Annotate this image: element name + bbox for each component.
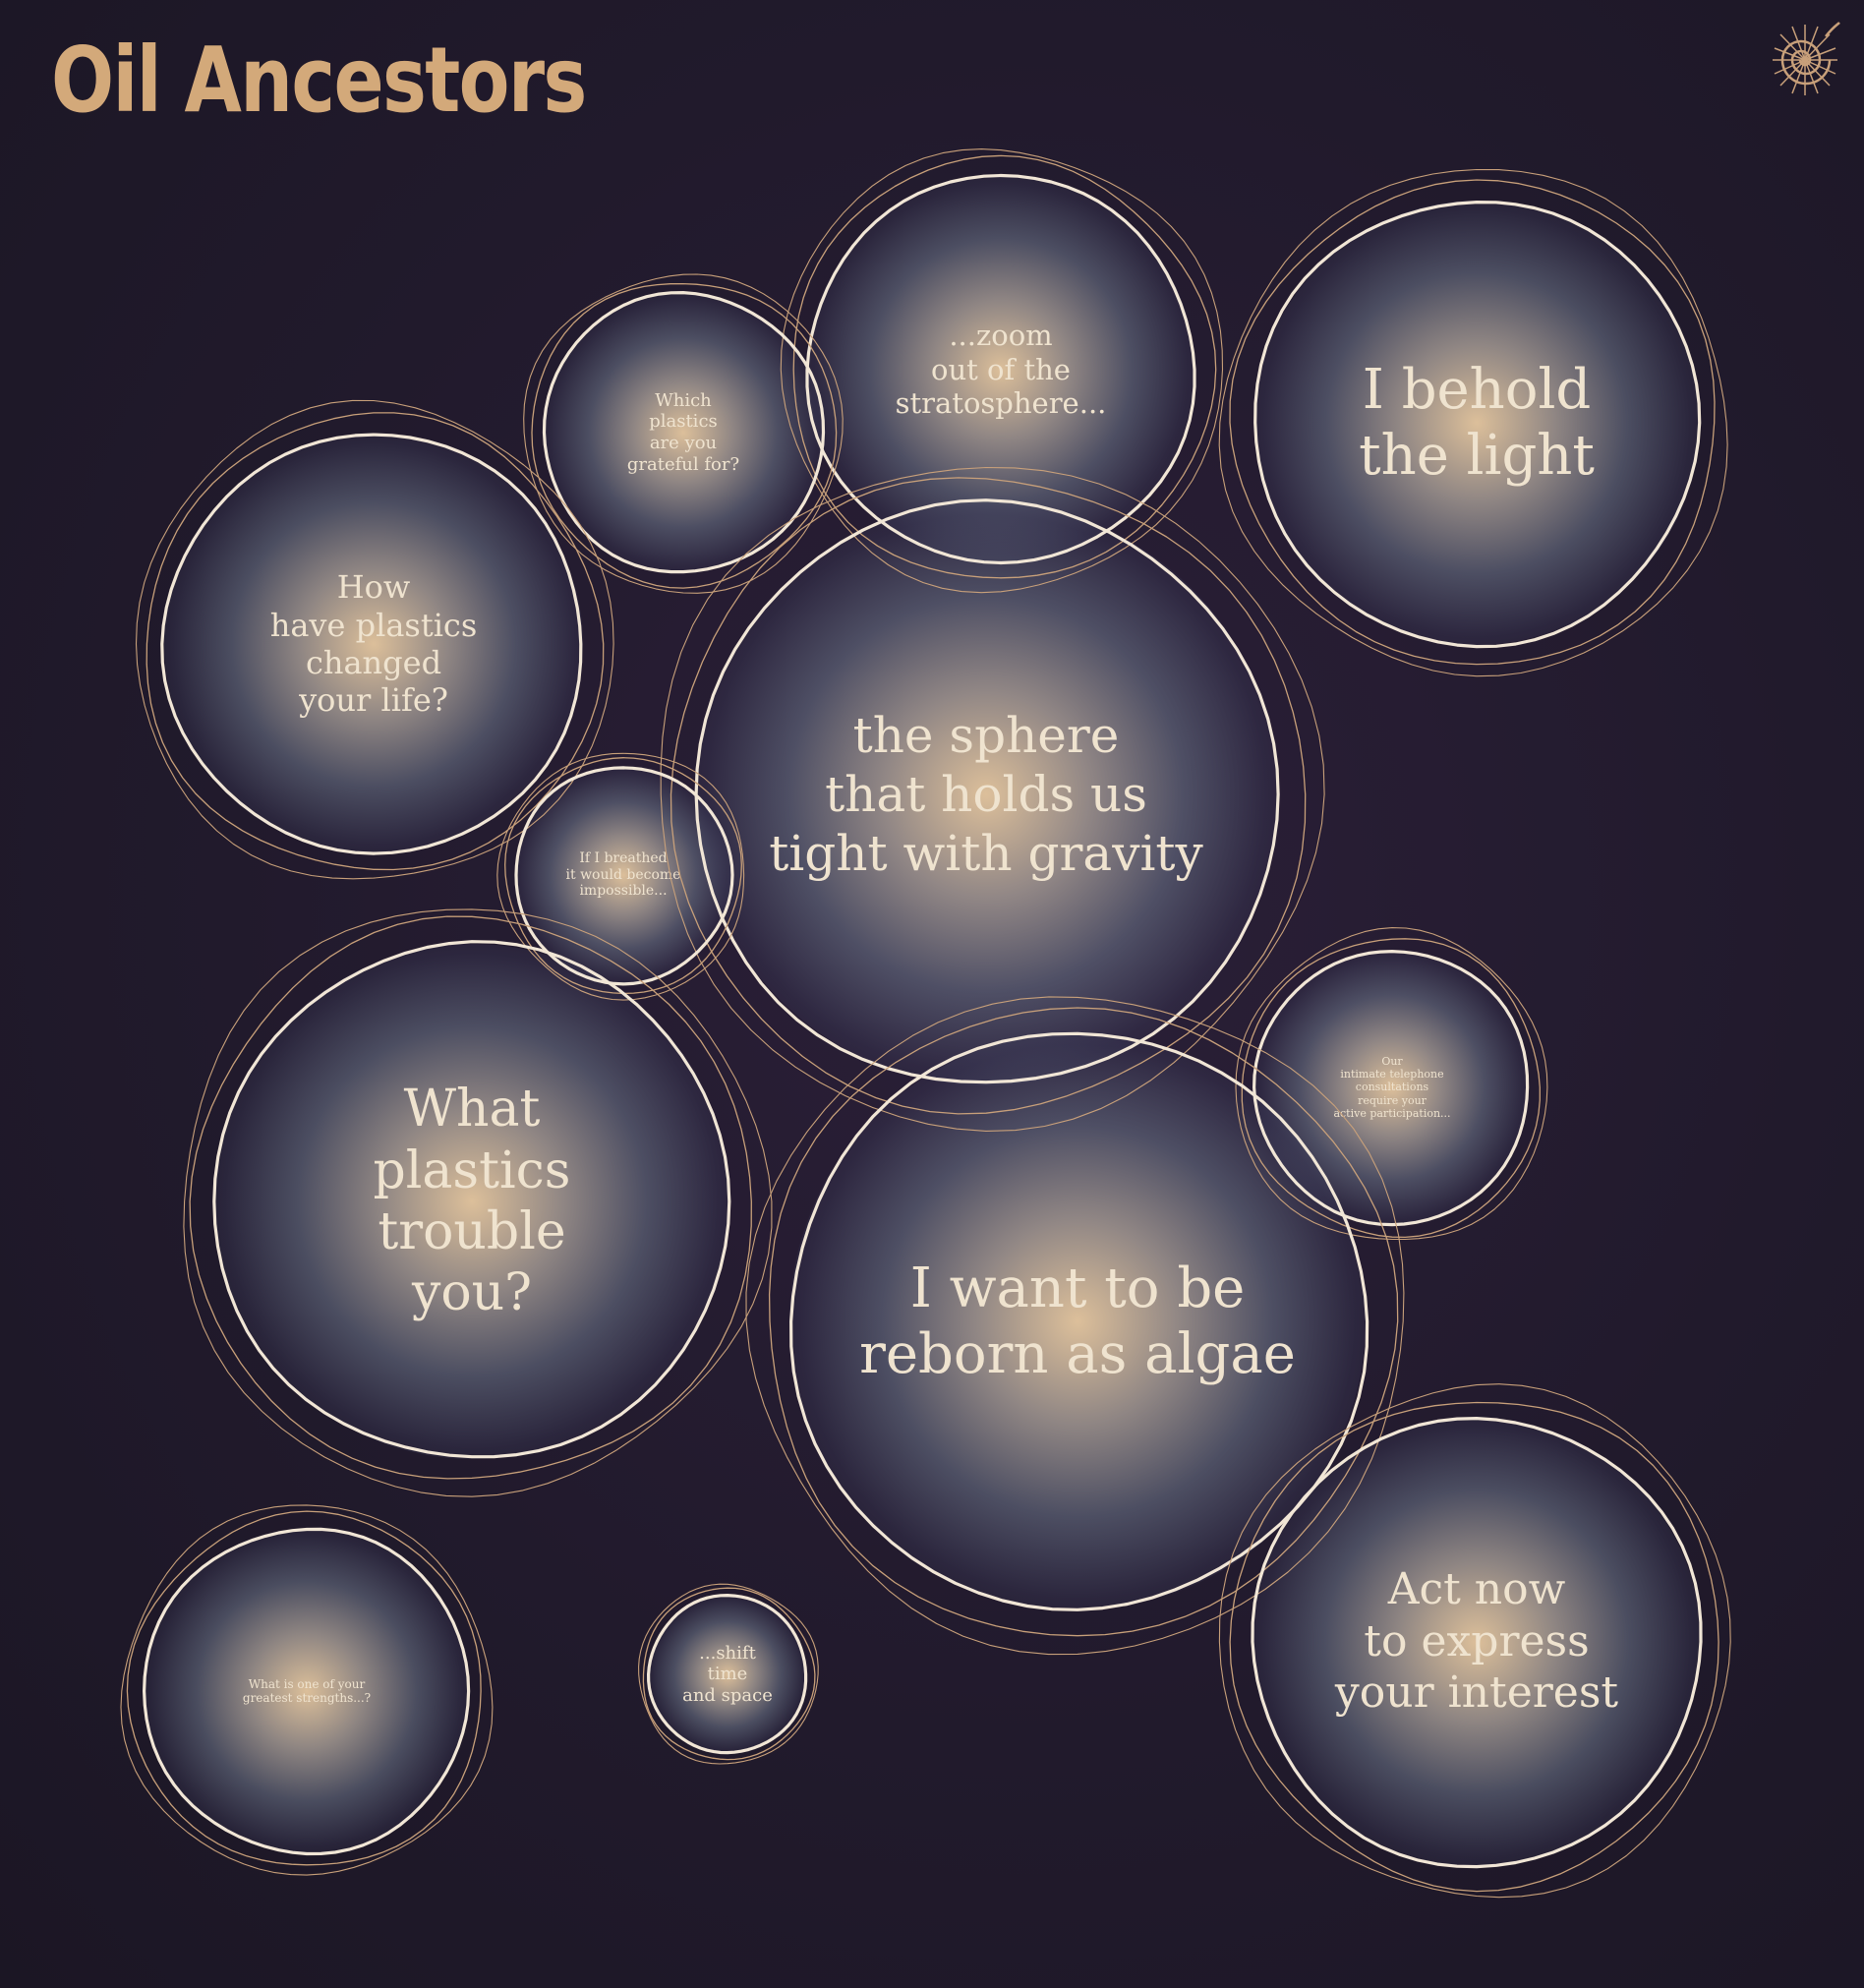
- bubble-what-trouble[interactable]: What plastics trouble you?: [214, 944, 729, 1459]
- bubble-label: I behold the light: [1359, 357, 1595, 488]
- ammonite-shell-icon[interactable]: [1761, 21, 1841, 97]
- bubble-label: ...shift time and space: [682, 1642, 773, 1706]
- bubble-sphere-gravity[interactable]: the sphere that holds us tight with grav…: [695, 503, 1277, 1085]
- bubble-label: Act now to express your interest: [1334, 1563, 1619, 1719]
- bubble-label: What is one of your greatest strengths..…: [242, 1676, 372, 1705]
- bubble-behold-light[interactable]: I behold the light: [1254, 201, 1699, 645]
- page-title: Oil Ancestors: [51, 28, 587, 133]
- bubble-label: What plastics trouble you?: [373, 1080, 571, 1323]
- bubble-shift-time[interactable]: ...shift time and space: [649, 1596, 806, 1753]
- bubble-strengths[interactable]: What is one of your greatest strengths..…: [145, 1529, 469, 1853]
- bubble-act-now[interactable]: Act now to express your interest: [1252, 1418, 1701, 1866]
- bubble-label: the sphere that holds us tight with grav…: [769, 707, 1203, 882]
